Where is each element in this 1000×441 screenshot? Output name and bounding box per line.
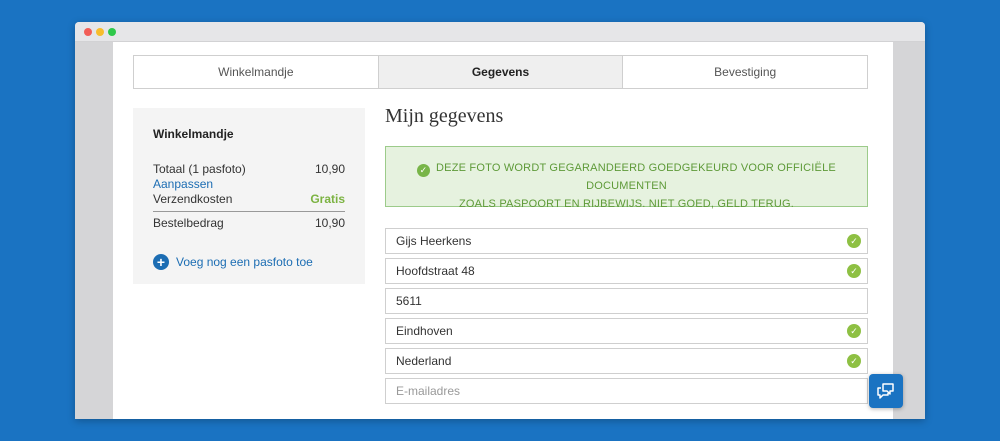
edit-cart-link[interactable]: Aanpassen [153,177,345,192]
street-field-value: Hoofdstraat 48 [396,264,475,278]
check-circle-icon: ✓ [417,164,431,177]
order-total-label: Bestelbedrag [153,216,224,230]
plus-circle-icon: + [153,254,169,270]
checkout-page: Winkelmandje Gegevens Bevestiging Winkel… [113,42,893,419]
name-field[interactable]: Gijs Heerkens ✓ [385,228,868,254]
total-label: Totaal (1 pasfoto) [153,162,246,176]
city-field-value: Eindhoven [396,324,453,338]
order-total-row: Bestelbedrag 10,90 [153,216,345,231]
country-field[interactable]: Nederland ✓ [385,348,868,374]
check-circle-icon: ✓ [847,324,861,338]
name-field-value: Gijs Heerkens [396,234,472,248]
chat-icon [877,383,894,399]
maximize-window-button[interactable] [108,28,116,36]
chat-button[interactable] [869,374,903,408]
step-bevestiging[interactable]: Bevestiging [623,56,867,88]
shipping-label: Verzendkosten [153,192,233,206]
postcode-field[interactable]: 5611 [385,288,868,314]
total-value: 10,90 [314,162,345,176]
shipping-row: Verzendkosten Gratis [153,192,345,207]
page-title: Mijn gegevens [385,105,504,127]
close-window-button[interactable] [84,28,92,36]
total-row: Totaal (1 pasfoto) 10,90 [153,162,345,177]
window-titlebar [75,22,925,42]
step-gegevens[interactable]: Gegevens [378,56,624,88]
postcode-field-value: 5611 [396,294,422,308]
check-circle-icon: ✓ [847,234,861,248]
street-field[interactable]: Hoofdstraat 48 ✓ [385,258,868,284]
browser-window: Winkelmandje Gegevens Bevestiging Winkel… [75,22,925,419]
check-circle-icon: ✓ [847,354,861,368]
email-field[interactable]: E-mailadres [385,378,868,404]
city-field[interactable]: Eindhoven ✓ [385,318,868,344]
check-circle-icon: ✓ [847,264,861,278]
guarantee-banner: ✓ DEZE FOTO WORDT GEGARANDEERD GOEDGEKEUR… [385,146,868,210]
banner-line-2: ZOALS PASPOORT EN RIJBEWIJS. NIET GOED, … [459,198,794,210]
order-total-value: 10,90 [314,216,345,230]
step-winkelmandje[interactable]: Winkelmandje [134,56,379,88]
cart-divider [153,211,345,212]
checkout-steps: Winkelmandje Gegevens Bevestiging [133,55,868,89]
banner-line-1: DEZE FOTO WORDT GEGARANDEERD GOEDGEKEURD… [436,162,836,192]
email-field-placeholder: E-mailadres [396,384,461,398]
cart-title: Winkelmandje [153,127,234,141]
add-photo-button[interactable]: + Voeg nog een pasfoto toe [153,254,345,270]
country-field-value: Nederland [396,354,452,368]
shipping-value: Gratis [310,192,345,206]
minimize-window-button[interactable] [96,28,104,36]
cart-summary: Winkelmandje Totaal (1 pasfoto) 10,90 Aa… [133,108,365,284]
add-photo-label: Voeg nog een pasfoto toe [176,255,313,269]
